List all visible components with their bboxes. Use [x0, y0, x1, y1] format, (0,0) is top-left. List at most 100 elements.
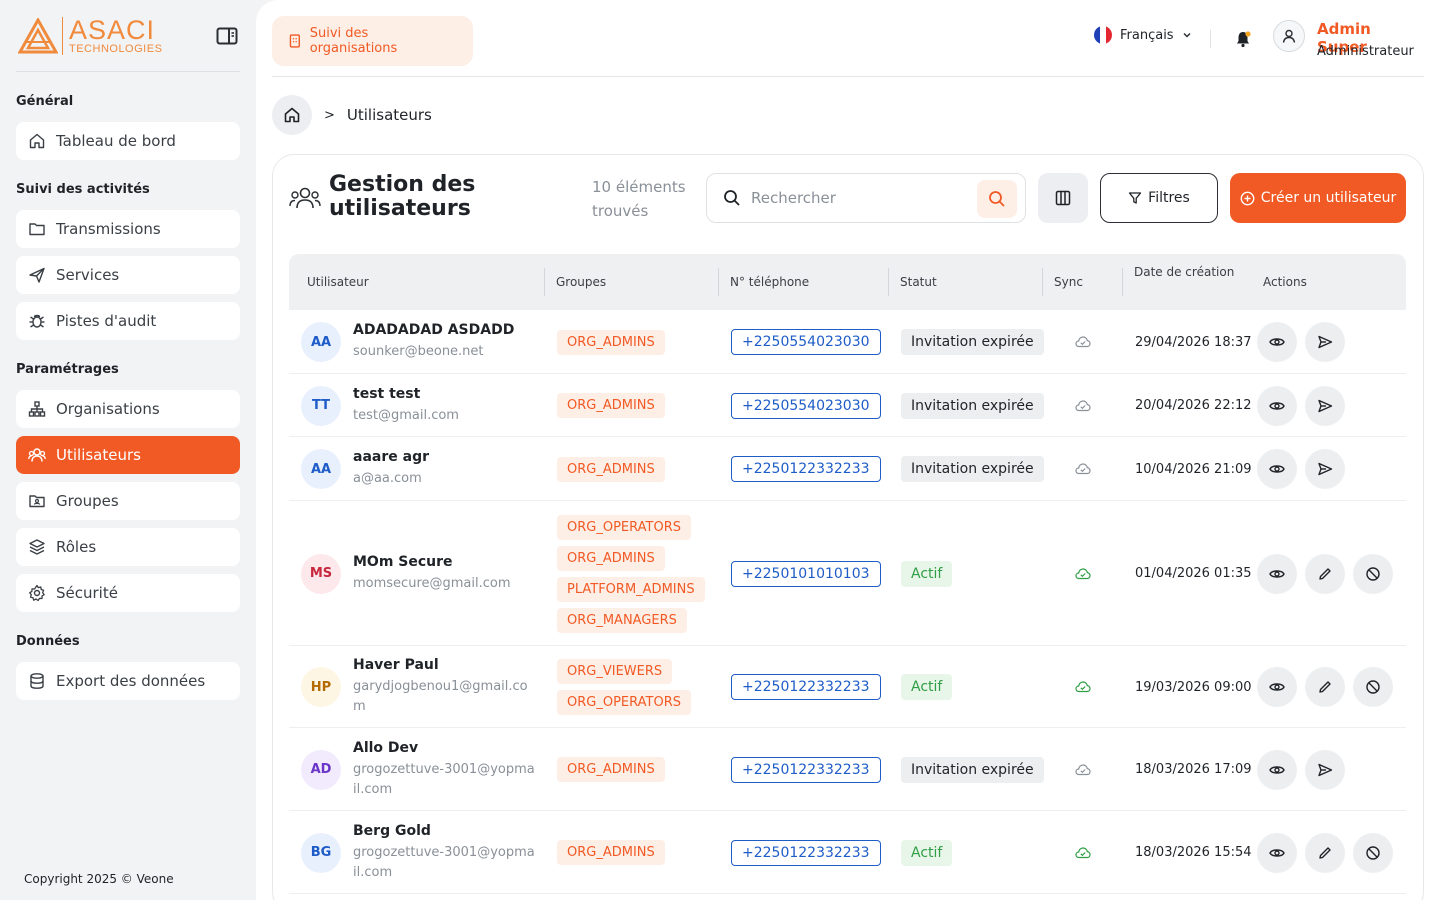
col-header-phone[interactable]: N° téléphone [718, 254, 809, 310]
col-header-groups[interactable]: Groupes [544, 254, 606, 310]
table-row[interactable]: AA aaare agr a@aa.com ORG_ADMINS +225012… [289, 437, 1406, 501]
sidebar-item-r-les[interactable]: Rôles [16, 528, 240, 566]
sidebar-item-label: Export des données [56, 672, 206, 690]
phone-badge[interactable]: +2250101010103 [731, 560, 881, 587]
col-header-sync[interactable]: Sync [1042, 254, 1083, 310]
user-avatar[interactable] [1273, 20, 1305, 52]
block-ban-icon [1366, 566, 1380, 581]
user-name-cell[interactable]: ADADADAD ASDADD [353, 322, 538, 338]
columns-toggle-button[interactable] [1038, 173, 1088, 223]
resend-invite-button[interactable] [1305, 449, 1345, 489]
view-button[interactable] [1257, 832, 1297, 873]
user-name-cell[interactable]: test test [353, 386, 538, 402]
card-header: Gestion des utilisateurs 10 éléments tro… [289, 171, 1407, 223]
search-submit-button[interactable] [977, 180, 1017, 218]
user-email-cell: grogozettuve-3001@yopmail.com [353, 844, 535, 880]
phone-badge[interactable]: +2250122332233 [731, 839, 881, 866]
sidebar-item-export-des-donn-es[interactable]: Export des données [16, 662, 240, 700]
cloud-sync-icon [1075, 763, 1091, 775]
resend-invite-button[interactable] [1305, 385, 1345, 426]
edit-button[interactable] [1305, 553, 1345, 594]
breadcrumb-home[interactable] [272, 95, 312, 135]
user-name-cell[interactable]: Berg Gold [353, 823, 538, 839]
groups-cell: ORG_VIEWERS ORG_OPERATORS [557, 656, 691, 718]
view-button[interactable] [1257, 553, 1297, 594]
col-header-user[interactable]: Utilisateur [295, 254, 369, 310]
language-selector[interactable]: Français [1094, 26, 1192, 44]
sidebar-item-services[interactable]: Services [16, 256, 240, 294]
sidebar-item-label: Services [56, 266, 120, 284]
view-button[interactable] [1257, 749, 1297, 790]
user-name-cell[interactable]: Haver Paul [353, 657, 538, 673]
groups-cell: ORG_ADMINS [557, 390, 665, 421]
block-ban-icon [1366, 845, 1380, 860]
sidebar-section-title: Général [16, 94, 74, 109]
groups-cell: ORG_ADMINS [557, 837, 665, 868]
cloud-sync-icon [1075, 846, 1091, 858]
sidebar-item-tableau-de-bord[interactable]: Tableau de bord [16, 122, 240, 160]
view-button[interactable] [1257, 385, 1297, 426]
user-name-cell[interactable]: aaare agr [353, 449, 538, 465]
table-row[interactable]: MS MOm Secure momsecure@gmail.com ORG_OP… [289, 501, 1406, 646]
table-row[interactable]: HP Haver Paul garydjogbenou1@gmail.com O… [289, 646, 1406, 728]
phone-badge[interactable]: +2250554023030 [731, 392, 881, 419]
company-logo[interactable]: ASACI TECHNOLOGIES [18, 16, 163, 55]
group-tag: ORG_ADMINS [557, 393, 665, 418]
avatar: HP [301, 667, 341, 707]
resend-invite-button[interactable] [1305, 749, 1345, 790]
view-button[interactable] [1257, 449, 1297, 489]
sidebar-item-s-curit[interactable]: Sécurité [16, 574, 240, 612]
breadcrumb-current: Utilisateurs [346, 106, 432, 124]
filter-icon [1129, 192, 1142, 204]
sidebar-item-label: Transmissions [56, 220, 161, 238]
sidebar-item-groupes[interactable]: Groupes [16, 482, 240, 520]
top-bar: Suivi des organisations Français Admin S… [272, 0, 1424, 77]
sidebar-item-utilisateurs[interactable]: Utilisateurs [16, 436, 240, 474]
notification-bell-icon[interactable] [1234, 30, 1252, 48]
table-row[interactable]: BG Berg Gold grogozettuve-3001@yopmail.c… [289, 811, 1406, 894]
edit-button[interactable] [1305, 667, 1345, 707]
search-input[interactable] [751, 189, 966, 207]
group-tag: ORG_OPERATORS [557, 690, 691, 715]
resend-invite-icon [1318, 462, 1333, 476]
view-eye-icon [1269, 569, 1285, 578]
phone-badge[interactable]: +2250122332233 [731, 674, 881, 700]
table-row[interactable]: AA ADADADAD ASDADD sounker@beone.net ORG… [289, 310, 1406, 374]
sidebar-item-transmissions[interactable]: Transmissions [16, 210, 240, 248]
table-row[interactable]: TT test test test@gmail.com ORG_ADMINS +… [289, 374, 1406, 437]
edit-pencil-icon [1319, 567, 1331, 580]
sidebar-toggle-icon[interactable] [216, 27, 238, 45]
logo-subname: TECHNOLOGIES [69, 42, 163, 55]
user-name-cell[interactable]: MOm Secure [353, 554, 538, 570]
org-tracking-button[interactable]: Suivi des organisations [272, 16, 473, 66]
block-button[interactable] [1353, 553, 1393, 594]
group-tag: ORG_ADMINS [557, 757, 665, 782]
create-user-button[interactable]: Créer un utilisateur [1230, 173, 1406, 223]
block-button[interactable] [1353, 832, 1393, 873]
user-email-cell: grogozettuve-3001@yopmail.com [353, 761, 535, 797]
search-box [706, 173, 1026, 223]
col-header-date[interactable]: Date de création [1122, 254, 1234, 310]
phone-badge[interactable]: +2250122332233 [731, 456, 881, 482]
view-button[interactable] [1257, 322, 1297, 362]
edit-pencil-icon [1319, 846, 1331, 859]
sidebar-item-label: Utilisateurs [56, 446, 141, 464]
user-name-cell[interactable]: Allo Dev [353, 740, 538, 756]
block-ban-icon [1366, 680, 1380, 694]
view-button[interactable] [1257, 667, 1297, 707]
filters-button[interactable]: Filtres [1100, 173, 1218, 223]
phone-badge[interactable]: +2250122332233 [731, 756, 881, 783]
sidebar-item-label: Rôles [56, 538, 97, 556]
phone-badge[interactable]: +2250554023030 [731, 329, 881, 355]
view-eye-icon [1269, 465, 1285, 473]
sidebar-item-pistes-d-audit[interactable]: Pistes d'audit [16, 302, 240, 340]
resend-invite-button[interactable] [1305, 322, 1345, 362]
sidebar-item-organisations[interactable]: Organisations [16, 390, 240, 428]
filters-label: Filtres [1148, 190, 1190, 206]
col-header-status[interactable]: Statut [888, 254, 937, 310]
block-button[interactable] [1353, 667, 1393, 707]
edit-button[interactable] [1305, 832, 1345, 873]
table-row[interactable]: AD Allo Dev grogozettuve-3001@yopmail.co… [289, 728, 1406, 811]
user-email-cell: sounker@beone.net [353, 344, 484, 359]
search-icon [989, 191, 1005, 207]
